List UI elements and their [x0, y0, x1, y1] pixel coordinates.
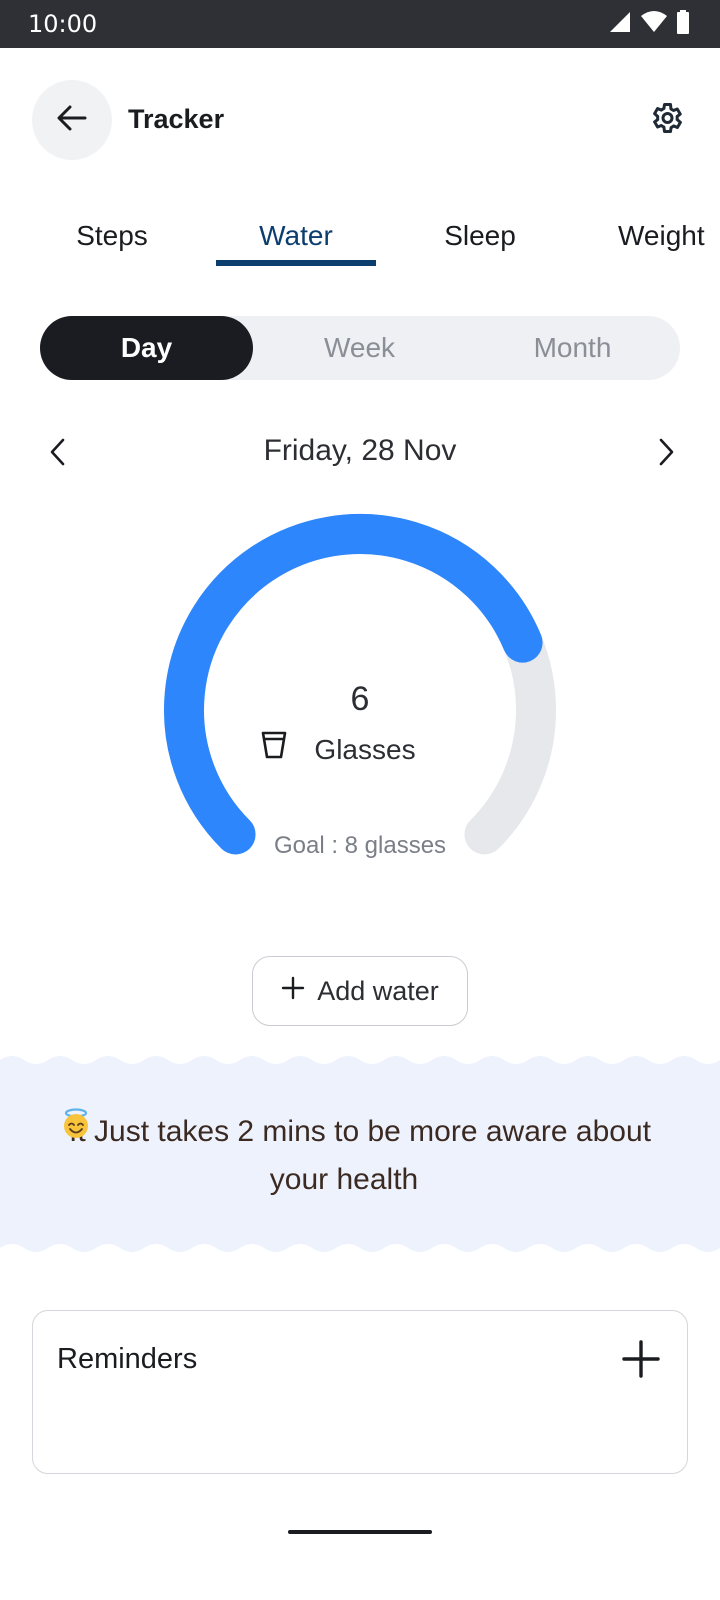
battery-icon — [676, 9, 690, 39]
goal-label: Goal : 8 glasses — [273, 832, 447, 859]
previous-date-button[interactable] — [40, 436, 76, 472]
status-icons — [608, 9, 690, 39]
glasses-count: 6 — [350, 680, 370, 718]
page-title: Tracker — [128, 104, 225, 134]
arrow-left-icon — [55, 101, 89, 140]
health-banner: It Just takes 2 mins to be more aware ab… — [0, 1052, 720, 1262]
water-intake-gauge: 6 Glasses Goal : 8 glasses — [0, 500, 720, 900]
reminders-card: Reminders — [32, 1310, 688, 1474]
period-day[interactable]: Day — [40, 316, 253, 380]
chevron-right-icon — [654, 437, 678, 472]
reminders-title: Reminders — [57, 1343, 198, 1375]
period-week[interactable]: Week — [253, 316, 466, 380]
tab-water[interactable]: Water — [216, 220, 376, 252]
signal-icon — [608, 10, 632, 39]
add-reminder-button[interactable] — [619, 1339, 663, 1383]
active-tab-indicator — [216, 260, 376, 266]
settings-button[interactable] — [646, 100, 686, 140]
status-time: 10:00 — [28, 10, 98, 38]
plus-icon — [621, 1339, 661, 1384]
period-selector: Day Week Month — [40, 316, 680, 380]
plus-icon — [281, 976, 305, 1007]
tab-weight[interactable]: Weight — [584, 220, 720, 252]
status-bar: 10:00 — [0, 0, 720, 48]
back-button[interactable] — [32, 80, 112, 160]
home-indicator — [288, 1530, 432, 1534]
chevron-left-icon — [46, 437, 70, 472]
add-water-button[interactable]: Add water — [252, 956, 468, 1026]
add-water-label: Add water — [317, 975, 439, 1006]
date-label: Friday, 28 Nov — [263, 434, 457, 467]
smiling-face-with-halo-icon — [64, 1108, 450, 1193]
glasses-unit-label: Glasses — [314, 734, 416, 765]
next-date-button[interactable] — [648, 436, 684, 472]
tab-sleep[interactable]: Sleep — [400, 220, 560, 252]
wifi-icon — [640, 10, 668, 39]
period-month[interactable]: Month — [466, 316, 679, 380]
gear-icon — [648, 100, 684, 141]
tab-steps[interactable]: Steps — [32, 220, 192, 252]
banner-message: It Just takes 2 mins to be more aware ab… — [60, 1108, 660, 1204]
tracker-tabs: Steps Water Sleep Weight — [0, 208, 720, 268]
banner-text: It Just takes 2 mins to be more aware ab… — [69, 1115, 651, 1196]
glasses-unit: Glasses — [260, 730, 460, 770]
